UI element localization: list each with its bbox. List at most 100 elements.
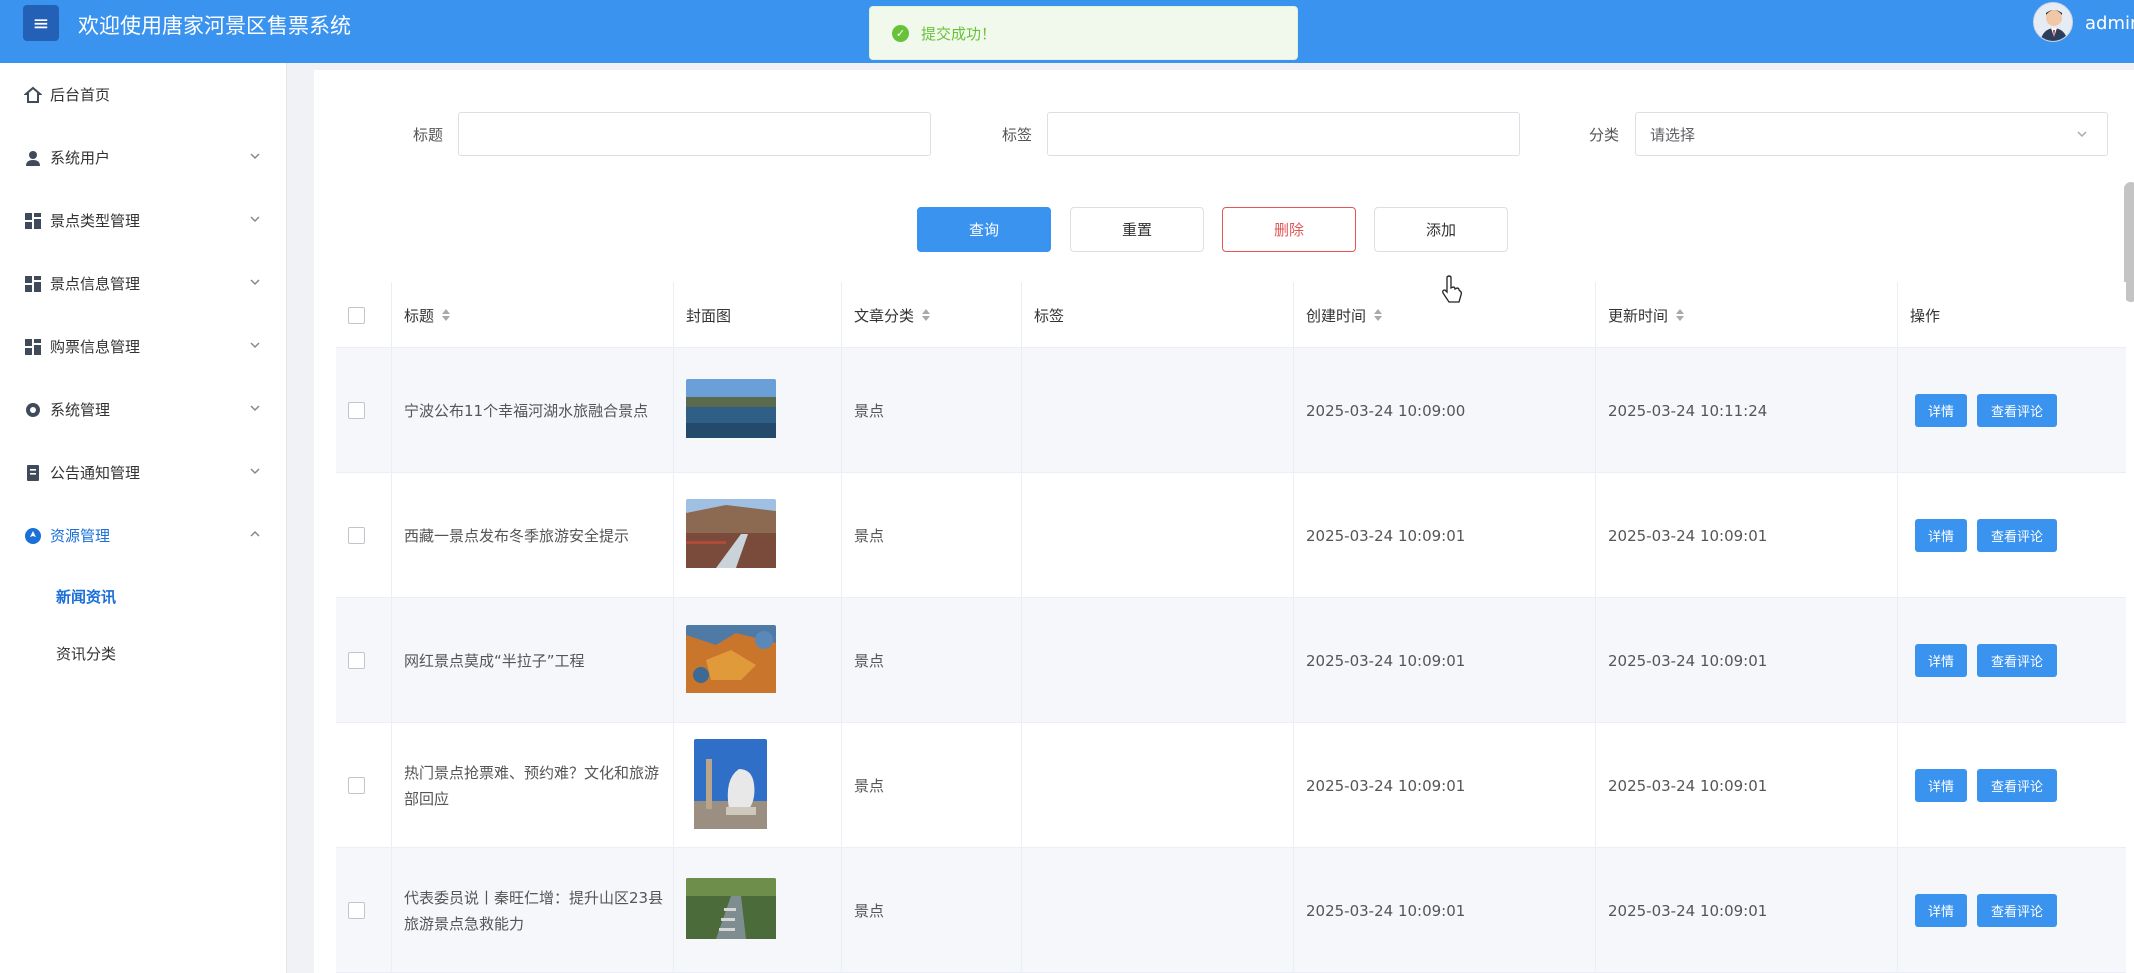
row-category-cell: 景点 — [841, 848, 1021, 973]
sidebar-item-label: 景点类型管理 — [50, 212, 141, 230]
sidebar-subitem-news-category[interactable]: 资讯分类 — [56, 643, 116, 664]
detail-button[interactable]: 详情 — [1915, 394, 1967, 427]
document-icon — [24, 464, 42, 482]
cover-image[interactable] — [686, 379, 776, 442]
row-cover-cell — [673, 848, 841, 973]
sidebar-item-resource[interactable]: 资源管理 — [0, 504, 287, 567]
grid-icon — [24, 212, 42, 230]
grid-icon — [24, 275, 42, 293]
detail-button[interactable]: 详情 — [1915, 519, 1967, 552]
sidebar-item-home[interactable]: 后台首页 — [0, 63, 287, 126]
row-title: 热门景点抢票难、预约难？文化和旅游部回应 — [404, 763, 660, 808]
select-all-checkbox[interactable] — [348, 306, 365, 324]
sidebar-item-label: 公告通知管理 — [50, 464, 141, 482]
sidebar-item-system-users[interactable]: 系统用户 — [0, 126, 287, 189]
row-checkbox[interactable] — [348, 402, 365, 419]
view-comments-button[interactable]: 查看评论 — [1977, 644, 2057, 677]
table-row: 西藏一景点发布冬季旅游安全提示 景点 2025-03-24 10:09:01 2… — [336, 473, 2126, 598]
avatar[interactable] — [2033, 2, 2073, 42]
col-category-label: 文章分类 — [854, 306, 915, 325]
row-cover-cell — [673, 348, 841, 473]
detail-button[interactable]: 详情 — [1915, 644, 1967, 677]
app-title: 欢迎使用唐家河景区售票系统 — [78, 14, 351, 38]
chevron-down-icon — [250, 405, 260, 412]
sidebar-item-notice[interactable]: 公告通知管理 — [0, 441, 287, 504]
sidebar-subitem-news[interactable]: 新闻资讯 — [56, 586, 116, 607]
row-created-cell: 2025-03-24 10:09:01 — [1293, 848, 1595, 973]
cover-image[interactable] — [686, 499, 776, 572]
row-checkbox[interactable] — [348, 527, 365, 544]
reset-button[interactable]: 重置 — [1070, 207, 1204, 252]
home-icon — [24, 86, 42, 104]
toast-message: 提交成功！ — [921, 24, 997, 43]
row-checkbox[interactable] — [348, 652, 365, 669]
table-header: 标题 封面图 文章分类 标签 创建时间 更新时间 操作 — [336, 282, 2126, 348]
sidebar-item-label: 资源管理 — [50, 527, 111, 545]
row-title: 西藏一景点发布冬季旅游安全提示 — [404, 526, 630, 545]
view-comments-button[interactable]: 查看评论 — [1977, 519, 2057, 552]
sort-icon[interactable] — [442, 308, 451, 322]
title-filter-label: 标题 — [413, 126, 444, 144]
add-button[interactable]: 添加 — [1374, 207, 1508, 252]
row-category-cell: 景点 — [841, 723, 1021, 848]
sidebar-item-label: 购票信息管理 — [50, 338, 141, 356]
hamburger-icon[interactable]: ≡ — [23, 5, 59, 41]
row-updated: 2025-03-24 10:09:01 — [1608, 901, 1768, 920]
row-cover-cell — [673, 473, 841, 598]
row-category: 景点 — [854, 652, 885, 670]
category-select-placeholder: 请选择 — [1650, 125, 1696, 144]
row-title-cell: 热门景点抢票难、预约难？文化和旅游部回应 — [391, 723, 673, 848]
row-created: 2025-03-24 10:09:00 — [1306, 401, 1466, 420]
row-title: 网红景点莫成“半拉子”工程 — [404, 651, 585, 670]
gear-icon — [24, 401, 42, 419]
chevron-up-icon — [250, 530, 260, 537]
detail-button[interactable]: 详情 — [1915, 894, 1967, 927]
row-select-cell — [336, 598, 391, 723]
sort-icon[interactable] — [922, 308, 931, 322]
view-comments-button[interactable]: 查看评论 — [1977, 394, 2057, 427]
sidebar-item-scenic-info[interactable]: 景点信息管理 — [0, 252, 287, 315]
table-row: 宁波公布11个幸福河湖水旅融合景点 景点 2025-03-24 10:09:00… — [336, 348, 2126, 473]
row-created: 2025-03-24 10:09:01 — [1306, 776, 1466, 795]
category-select[interactable]: 请选择 — [1635, 112, 2108, 156]
row-checkbox[interactable] — [348, 902, 365, 919]
row-title-cell: 网红景点莫成“半拉子”工程 — [391, 598, 673, 723]
success-toast: ✓ 提交成功！ — [869, 6, 1298, 60]
row-updated: 2025-03-24 10:11:24 — [1608, 401, 1768, 420]
row-actions-cell: 详情 查看评论 — [1897, 848, 2126, 973]
row-created-cell: 2025-03-24 10:09:00 — [1293, 348, 1595, 473]
tag-filter-input[interactable] — [1047, 112, 1520, 156]
cover-image[interactable] — [694, 738, 767, 833]
row-updated-cell: 2025-03-24 10:09:01 — [1595, 473, 1897, 598]
username[interactable]: admin — [2085, 13, 2134, 34]
col-cover: 封面图 — [673, 282, 841, 348]
col-category[interactable]: 文章分类 — [841, 282, 1021, 348]
delete-button[interactable]: 删除 — [1222, 207, 1356, 252]
view-comments-button[interactable]: 查看评论 — [1977, 894, 2057, 927]
row-select-cell — [336, 473, 391, 598]
row-tag-cell — [1021, 848, 1293, 973]
title-filter-input[interactable] — [458, 112, 931, 156]
detail-button[interactable]: 详情 — [1915, 769, 1967, 802]
row-checkbox[interactable] — [348, 777, 365, 794]
row-title-cell: 代表委员说丨秦旺仁增：提升山区23县旅游景点急救能力 — [391, 848, 673, 973]
row-select-cell — [336, 348, 391, 473]
row-tag-cell — [1021, 598, 1293, 723]
sidebar-item-system-manage[interactable]: 系统管理 — [0, 378, 287, 441]
col-title[interactable]: 标题 — [391, 282, 673, 348]
sort-icon[interactable] — [1374, 308, 1383, 322]
sort-icon[interactable] — [1676, 308, 1685, 322]
cover-image[interactable] — [686, 624, 776, 697]
cover-image[interactable] — [686, 878, 776, 943]
row-updated: 2025-03-24 10:09:01 — [1608, 526, 1768, 545]
col-updated[interactable]: 更新时间 — [1595, 282, 1897, 348]
chevron-down-icon — [2077, 131, 2087, 138]
sidebar-item-scenic-type[interactable]: 景点类型管理 — [0, 189, 287, 252]
view-comments-button[interactable]: 查看评论 — [1977, 769, 2057, 802]
table-row: 代表委员说丨秦旺仁增：提升山区23县旅游景点急救能力 景点 2025-03-24… — [336, 848, 2126, 973]
col-created-label: 创建时间 — [1306, 306, 1367, 325]
sidebar-item-label: 系统管理 — [50, 401, 111, 419]
sidebar-item-ticket-info[interactable]: 购票信息管理 — [0, 315, 287, 378]
col-tag: 标签 — [1021, 282, 1293, 348]
search-button[interactable]: 查询 — [917, 207, 1051, 252]
